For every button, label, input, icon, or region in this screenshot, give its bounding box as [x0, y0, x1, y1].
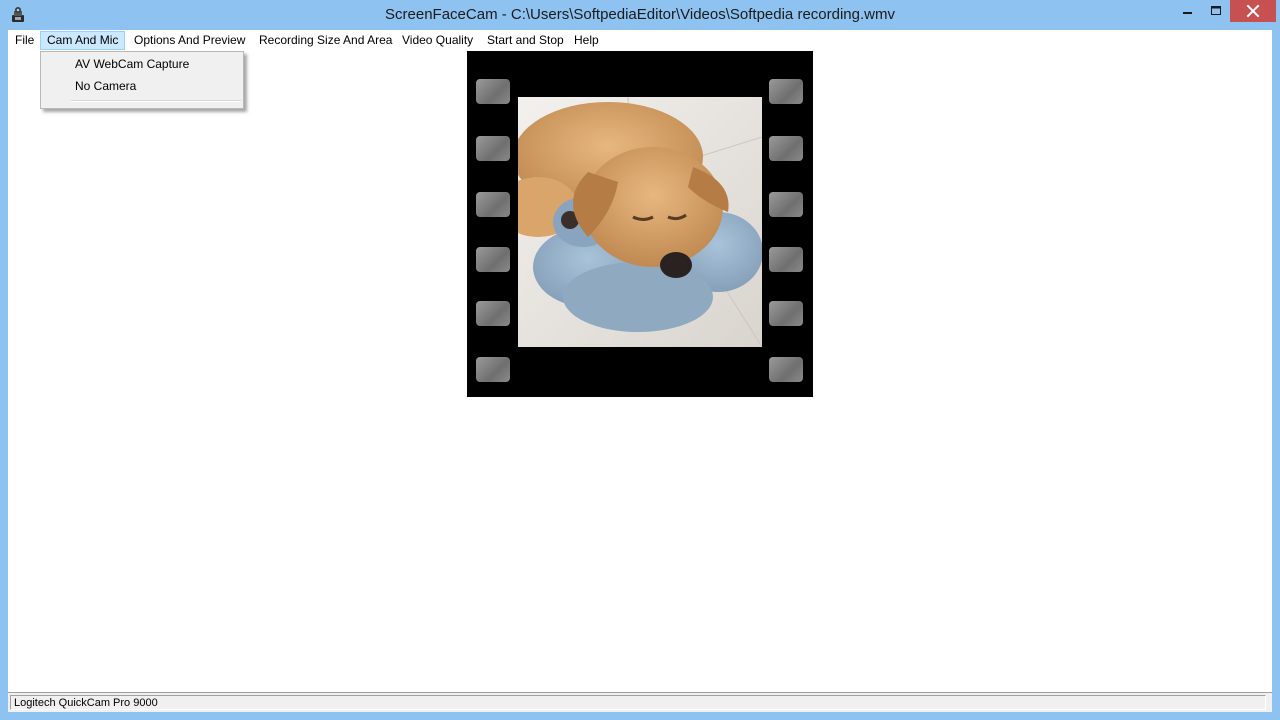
maximize-button[interactable] [1204, 0, 1230, 26]
film-hole [769, 79, 803, 104]
status-bar: Logitech QuickCam Pro 9000 [8, 692, 1272, 712]
minimize-button[interactable] [1170, 0, 1204, 26]
close-button[interactable] [1230, 0, 1276, 22]
window-title: ScreenFaceCam - C:\Users\SoftpediaEditor… [385, 6, 895, 23]
client-area: File Cam And Mic Options And Preview Rec… [8, 30, 1272, 712]
menu-start-and-stop[interactable]: Start and Stop [481, 31, 570, 50]
menu-video-quality[interactable]: Video Quality [396, 31, 479, 50]
menu-help[interactable]: Help [568, 31, 605, 50]
cam-and-mic-dropdown: AV WebCam Capture No Camera [40, 51, 244, 109]
minimize-icon [1183, 12, 1192, 14]
maximize-icon [1211, 6, 1221, 15]
film-hole [769, 247, 803, 272]
film-hole [476, 301, 510, 326]
menu-option-no-camera[interactable]: No Camera [75, 76, 136, 96]
film-hole [769, 192, 803, 217]
menu-recording-size-and-area[interactable]: Recording Size And Area [253, 31, 398, 50]
webcam-image [518, 97, 762, 347]
title-bar[interactable]: ScreenFaceCam - C:\Users\SoftpediaEditor… [0, 0, 1280, 30]
film-hole [476, 192, 510, 217]
menu-cam-and-mic[interactable]: Cam And Mic [40, 31, 126, 50]
menu-bar: File Cam And Mic Options And Preview Rec… [8, 30, 1272, 51]
webcam-preview [467, 51, 813, 397]
menu-options-and-preview[interactable]: Options And Preview [128, 31, 251, 50]
film-hole [769, 357, 803, 382]
menu-file[interactable]: File [9, 31, 40, 50]
status-text: Logitech QuickCam Pro 9000 [10, 695, 1266, 710]
film-hole [476, 79, 510, 104]
film-hole [476, 136, 510, 161]
film-hole [476, 357, 510, 382]
menu-separator [71, 100, 241, 102]
film-hole [769, 301, 803, 326]
film-hole [769, 136, 803, 161]
app-window: ScreenFaceCam - C:\Users\SoftpediaEditor… [0, 0, 1280, 720]
film-hole [476, 247, 510, 272]
menu-option-av-webcam-capture[interactable]: AV WebCam Capture [75, 54, 189, 74]
close-icon [1246, 4, 1260, 18]
